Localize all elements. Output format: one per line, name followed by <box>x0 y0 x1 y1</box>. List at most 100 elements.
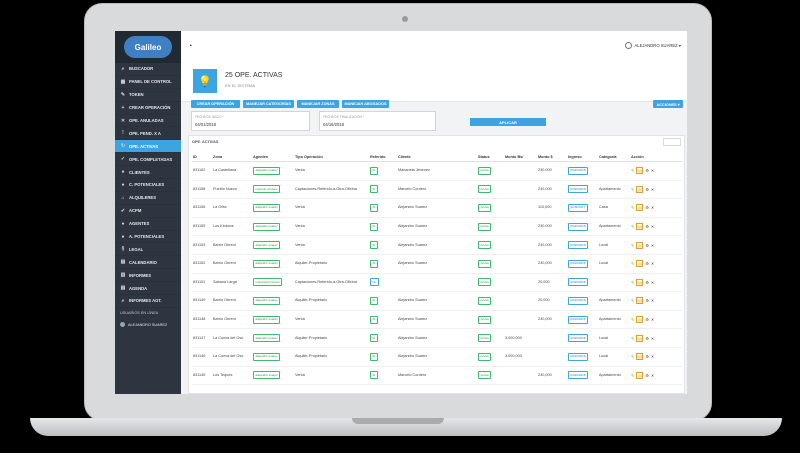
column-header[interactable]: Monto $ <box>537 153 567 162</box>
close-icon[interactable]: ✕ <box>651 168 654 173</box>
sidebar-item[interactable]: ▤ AGENDA <box>115 282 181 296</box>
document-icon[interactable]: ▤ <box>636 334 644 342</box>
gear-icon[interactable]: ⚙ <box>645 373 649 378</box>
document-icon[interactable]: ▤ <box>636 353 644 361</box>
column-header[interactable]: Referido <box>369 153 397 162</box>
document-icon[interactable]: ▤ <box>636 241 644 249</box>
column-header[interactable]: Categoría <box>598 153 630 162</box>
sidebar-item[interactable]: ▥ INFORMES <box>115 269 181 283</box>
edit-icon[interactable]: ✎ <box>631 205 634 210</box>
sidebar-item[interactable]: ● CLIENTES <box>115 166 181 180</box>
column-header[interactable]: Agentes <box>252 153 294 162</box>
gear-icon[interactable]: ⚙ <box>645 205 649 210</box>
table-row[interactable]: 831162 La Castellana alejandro suarez Venta… <box>192 161 682 181</box>
manage-zones-button[interactable]: MANEJAR ZONAS <box>297 100 339 108</box>
sidebar-item[interactable]: ⌕ BUSCADOR <box>115 63 181 76</box>
edit-icon[interactable]: ✎ <box>631 336 634 341</box>
create-operation-button[interactable]: CREAR OPERACIÓN <box>191 100 240 108</box>
sidebar-item[interactable]: ● AGENTES <box>115 218 181 231</box>
manage-categories-button[interactable]: MANEJAR CATEGORÍAS <box>243 100 294 108</box>
manage-lawyers-button[interactable]: MANEJAR ABOGADOS <box>342 100 389 108</box>
table-row[interactable]: 831147 La Cueva del Oso alejandro suarez Al… <box>192 328 682 348</box>
gear-icon[interactable]: ⚙ <box>645 354 649 359</box>
close-icon[interactable]: ✕ <box>651 354 654 359</box>
document-icon[interactable]: ▤ <box>636 167 644 175</box>
sidebar-item[interactable]: ● C. POTENCIALES <box>115 179 181 192</box>
sidebar-item[interactable]: ⌕ INFORMES AGT. <box>115 295 181 308</box>
close-icon[interactable]: ✕ <box>651 243 654 248</box>
column-header[interactable]: Ingreso <box>567 153 598 162</box>
sidebar-item[interactable]: ! OPE. PEND. X A <box>115 127 181 141</box>
table-row[interactable]: 831148 Barrio Obrero alejandro suarez Venta… <box>192 310 682 330</box>
column-header[interactable]: Cliente <box>397 153 477 162</box>
table-row[interactable]: 831152 Barrio Obrero alejandro suarez Alqui… <box>192 254 682 274</box>
table-row[interactable]: 831151 Sabana Larga marianela jimenez Capta… <box>192 273 682 293</box>
user-menu[interactable]: ALEJANDRO SUAREZ ▾ <box>625 42 681 49</box>
edit-icon[interactable]: ✎ <box>631 317 634 322</box>
apply-button[interactable]: APLICAR <box>470 118 546 126</box>
sidebar-item[interactable]: ● A. POTENCIALES <box>115 231 181 244</box>
close-icon[interactable]: ✕ <box>651 261 654 266</box>
gear-icon[interactable]: ⚙ <box>645 243 649 248</box>
gear-icon[interactable]: ⚙ <box>645 298 649 303</box>
table-row[interactable]: 831156 La Grita alejandro suarez Venta Si Ale… <box>192 198 682 218</box>
close-icon[interactable]: ✕ <box>651 373 654 378</box>
sidebar-item[interactable]: ✓ OPE. COMPLETADAS <box>115 153 181 167</box>
table-row[interactable]: 831155 Los Kioscos alejandro suarez Venta Si… <box>192 217 682 237</box>
document-icon[interactable]: ▤ <box>636 371 644 379</box>
edit-icon[interactable]: ✎ <box>631 280 634 285</box>
gear-icon[interactable]: ⚙ <box>645 261 649 266</box>
edit-icon[interactable]: ✎ <box>631 224 634 229</box>
gear-icon[interactable]: ⚙ <box>645 317 649 322</box>
close-icon[interactable]: ✕ <box>651 224 654 229</box>
sidebar-item[interactable]: ✕ OPE. ANULADAS <box>115 115 181 128</box>
edit-icon[interactable]: ✎ <box>631 298 634 303</box>
document-icon[interactable]: ▤ <box>636 297 644 305</box>
table-row[interactable]: 831153 Barrio Obrero alejandro suarez Venta… <box>192 235 682 255</box>
edit-icon[interactable]: ✎ <box>631 373 634 378</box>
gear-icon[interactable]: ⚙ <box>645 187 649 192</box>
edit-icon[interactable]: ✎ <box>631 261 634 266</box>
start-date-field[interactable]: FECHA DE INICIO * 04/01/2018 <box>191 111 310 131</box>
logo[interactable]: Galileo <box>115 31 181 63</box>
close-icon[interactable]: ✕ <box>651 205 654 210</box>
column-header[interactable]: ID <box>192 153 212 162</box>
close-icon[interactable]: ✕ <box>651 298 654 303</box>
document-icon[interactable]: ▤ <box>636 204 644 212</box>
actions-dropdown-button[interactable]: ACCIONES ▾ <box>653 100 683 108</box>
column-header[interactable]: Tipo Operación <box>294 153 369 162</box>
document-icon[interactable]: ▤ <box>636 316 644 324</box>
end-date-field[interactable]: FECHA DE FINALIZACIÓN * 04/16/2018 <box>319 111 436 131</box>
edit-icon[interactable]: ✎ <box>631 354 634 359</box>
document-icon[interactable]: ▤ <box>636 260 644 268</box>
clock-icon[interactable]: ◔ <box>188 43 192 50</box>
column-header[interactable]: Acción <box>630 153 682 162</box>
edit-icon[interactable]: ✎ <box>631 168 634 173</box>
column-header[interactable]: Monto Bs/ <box>504 153 537 162</box>
sidebar-item[interactable]: + CREAR OPERACIÓN <box>115 102 181 115</box>
edit-icon[interactable]: ✎ <box>631 243 634 248</box>
document-icon[interactable]: ▤ <box>636 185 644 193</box>
sidebar-item[interactable]: ✔ ACPM <box>115 205 181 218</box>
document-icon[interactable]: ▤ <box>636 223 644 231</box>
table-row[interactable]: 831146 La Cueva del Oso alejandro suarez Al… <box>192 347 682 367</box>
close-icon[interactable]: ✕ <box>651 187 654 192</box>
table-search-input[interactable] <box>663 138 681 146</box>
sidebar-item[interactable]: § LEGAL <box>115 243 181 257</box>
gear-icon[interactable]: ⚙ <box>645 336 649 341</box>
table-row[interactable]: 831158 Pueblo Nuevo marcelo cordero Captaci… <box>192 180 682 200</box>
column-header[interactable]: Zona <box>212 153 252 162</box>
close-icon[interactable]: ✕ <box>651 317 654 322</box>
sidebar-item[interactable]: ✎ TOKEN <box>115 89 181 102</box>
gear-icon[interactable]: ⚙ <box>645 280 649 285</box>
table-row[interactable]: 831145 Los Teques alejandro suarez Venta Si M… <box>192 366 682 386</box>
document-icon[interactable]: ▤ <box>636 278 644 286</box>
sidebar-item[interactable]: ▦ PANEL DE CONTROL <box>115 76 181 89</box>
sidebar-item[interactable]: ▤ CALENDARIO <box>115 256 181 270</box>
column-header[interactable]: Status <box>477 153 504 162</box>
sidebar-item[interactable]: ⌂ ALQUILERES <box>115 192 181 205</box>
online-user[interactable]: ALEJANDRO SUAREZ <box>115 319 181 331</box>
table-row[interactable]: 831149 Barrio Obrero alejandro suarez Alqui… <box>192 291 682 311</box>
sidebar-item[interactable]: ↻ OPE. ACTIVAS <box>115 140 181 154</box>
close-icon[interactable]: ✕ <box>651 280 654 285</box>
